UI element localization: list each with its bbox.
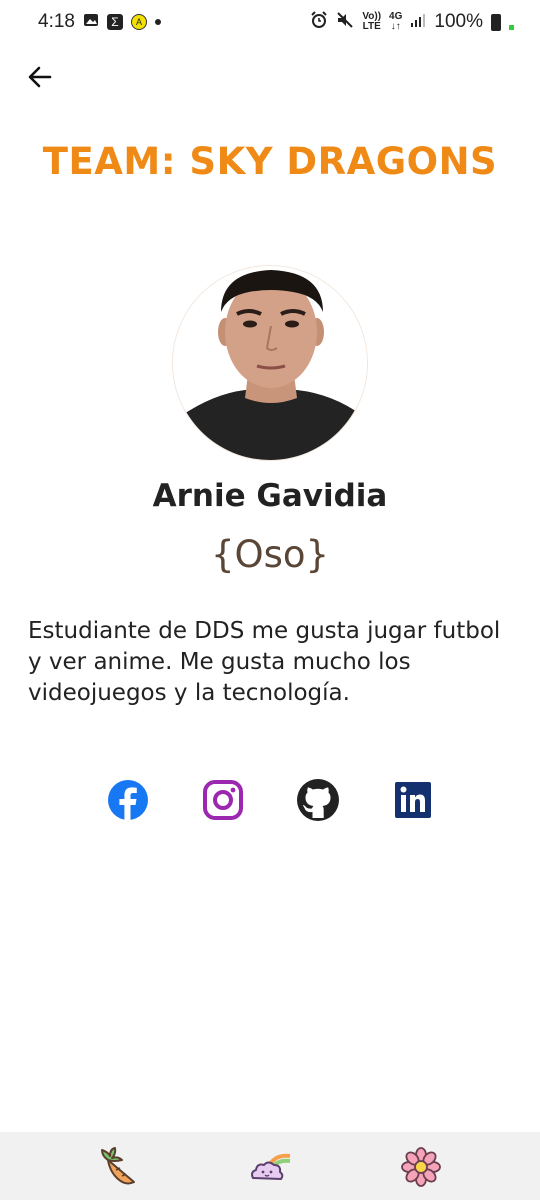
mute-icon bbox=[336, 11, 354, 33]
status-time: 4:18 bbox=[38, 11, 75, 32]
carrot-icon bbox=[101, 1147, 135, 1185]
member-nickname: {Oso} bbox=[210, 533, 330, 576]
battery-icon bbox=[491, 13, 501, 31]
github-link[interactable] bbox=[296, 778, 340, 822]
more-notifications-icon bbox=[154, 19, 161, 25]
facebook-link[interactable] bbox=[106, 778, 150, 822]
arrow-left-icon bbox=[28, 66, 52, 88]
gallery-notification-icon bbox=[83, 12, 99, 32]
privacy-indicator-icon bbox=[509, 24, 514, 30]
nav-carrot[interactable] bbox=[98, 1146, 140, 1188]
sigma-notification-icon: Σ bbox=[106, 14, 123, 30]
alarm-icon bbox=[310, 11, 328, 33]
member-name: Arnie Gavidia bbox=[152, 478, 388, 514]
instagram-link[interactable] bbox=[201, 778, 245, 822]
a-notification-icon: A bbox=[130, 14, 147, 30]
network-type-icon: 4G ↓↑ bbox=[389, 11, 403, 32]
nav-cloud[interactable] bbox=[248, 1146, 291, 1188]
linkedin-icon bbox=[395, 782, 431, 818]
profile-avatar bbox=[172, 265, 368, 461]
social-links bbox=[0, 778, 540, 822]
battery-percent: 100% bbox=[434, 11, 483, 32]
flower-icon bbox=[401, 1147, 441, 1187]
network-type-label: 4G bbox=[389, 11, 403, 22]
profile-photo bbox=[173, 266, 367, 460]
bottom-navigation bbox=[0, 1132, 540, 1200]
status-left: 4:18 Σ A bbox=[38, 11, 161, 33]
volte-bottom-label: LTE bbox=[362, 21, 381, 32]
facebook-icon bbox=[108, 780, 148, 820]
signal-icon bbox=[410, 12, 426, 32]
volte-icon: Vo)) LTE bbox=[362, 12, 381, 32]
member-bio: Estudiante de DDS me gusta jugar futbol … bbox=[28, 618, 501, 706]
cloud-rainbow-icon bbox=[251, 1153, 291, 1180]
linkedin-link[interactable] bbox=[391, 778, 435, 822]
status-bar: 4:18 Σ A Vo)) LTE 4G ↓↑ 100% bbox=[0, 0, 540, 44]
github-icon bbox=[297, 779, 339, 821]
instagram-icon bbox=[203, 780, 243, 820]
nav-flower[interactable] bbox=[400, 1146, 442, 1188]
status-right: Vo)) LTE 4G ↓↑ 100% bbox=[310, 11, 514, 33]
back-button[interactable] bbox=[24, 60, 56, 92]
team-title: TEAM: SKY DRAGONS bbox=[42, 140, 498, 183]
